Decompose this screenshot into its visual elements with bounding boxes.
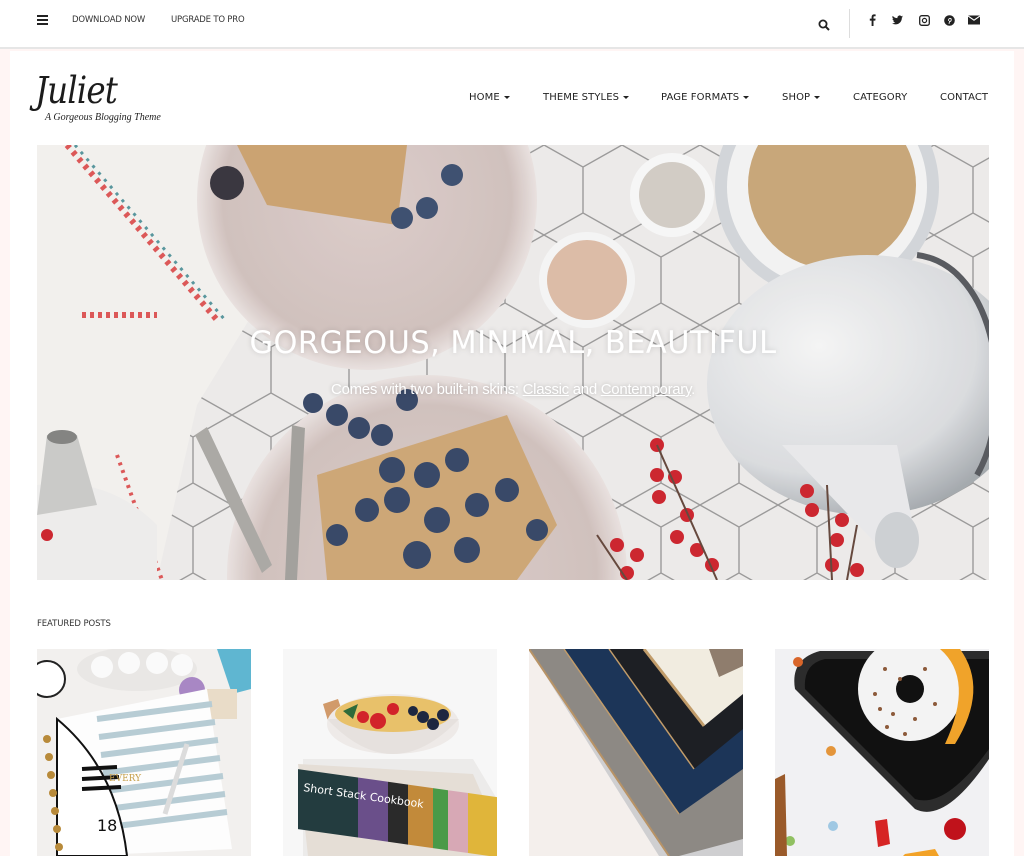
featured-post-card[interactable]: EVERY 18 bbox=[37, 649, 251, 856]
nav-item-shop[interactable]: Shop bbox=[782, 92, 821, 103]
site-tagline: A Gorgeous Blogging Theme bbox=[45, 112, 161, 123]
download-now-link[interactable]: Download Now bbox=[72, 15, 145, 25]
twitter-icon[interactable] bbox=[891, 13, 903, 27]
topbar-divider bbox=[849, 9, 850, 38]
fruit-bowl-image: Short Stack Cookbook bbox=[283, 649, 497, 856]
nav-item-page-formats[interactable]: Page Formats bbox=[661, 92, 750, 103]
stacked-books-image bbox=[529, 649, 743, 856]
featured-post-card[interactable] bbox=[775, 649, 989, 856]
nav-item-home[interactable]: Home bbox=[469, 92, 510, 103]
hero-title: GORGEOUS, MINIMAL, BEAUTIFUL bbox=[249, 325, 777, 361]
nav-item-label: Category bbox=[853, 92, 908, 103]
caret-down-icon bbox=[623, 95, 630, 99]
pinterest-icon[interactable] bbox=[943, 13, 955, 27]
caret-down-icon bbox=[743, 95, 750, 99]
hero-subtitle-text: . bbox=[691, 381, 695, 398]
contemporary-skin-link[interactable]: Contemporary bbox=[601, 381, 692, 398]
search-icon[interactable] bbox=[818, 16, 830, 31]
nav-item-contact[interactable]: Contact bbox=[940, 92, 988, 103]
hero-subtitle-text: Comes with two built-in skins: bbox=[331, 381, 523, 398]
upgrade-to-pro-link[interactable]: Upgrade to Pro bbox=[171, 15, 245, 25]
top-bar: Download Now Upgrade to Pro bbox=[0, 0, 1024, 49]
facebook-icon[interactable] bbox=[866, 13, 878, 27]
svg-text:18: 18 bbox=[97, 816, 117, 835]
caret-down-icon bbox=[503, 95, 510, 99]
instagram-icon[interactable] bbox=[918, 13, 930, 27]
featured-post-card[interactable]: Short Stack Cookbook bbox=[283, 649, 497, 856]
hero-subtitle: Comes with two built-in skins: Classic a… bbox=[37, 381, 989, 398]
hero-subtitle-text: and bbox=[568, 381, 601, 398]
nav-item-category[interactable]: Category bbox=[853, 92, 907, 103]
planner-notebook-image: EVERY 18 bbox=[37, 649, 251, 856]
main-nav: Home Theme Styles Page Formats Shop Cate… bbox=[0, 92, 1024, 106]
email-icon[interactable] bbox=[968, 13, 980, 27]
nav-item-label: Shop bbox=[782, 92, 811, 103]
featured-posts-heading: Featured Posts bbox=[37, 619, 111, 629]
nav-item-theme-styles[interactable]: Theme Styles bbox=[543, 92, 630, 103]
nav-item-label: Theme Styles bbox=[543, 92, 620, 103]
hero-image bbox=[37, 145, 989, 580]
nav-item-label: Page Formats bbox=[661, 92, 740, 103]
classic-skin-link[interactable]: Classic bbox=[523, 381, 570, 398]
nav-item-label: Contact bbox=[940, 92, 989, 103]
donut-image bbox=[775, 649, 989, 856]
hamburger-menu-icon[interactable] bbox=[37, 15, 48, 25]
nav-item-label: Home bbox=[469, 92, 500, 103]
featured-post-card[interactable] bbox=[529, 649, 743, 856]
hero-banner[interactable]: GORGEOUS, MINIMAL, BEAUTIFUL Comes with … bbox=[37, 145, 989, 580]
svg-text:EVERY: EVERY bbox=[109, 774, 142, 784]
caret-down-icon bbox=[814, 95, 821, 99]
